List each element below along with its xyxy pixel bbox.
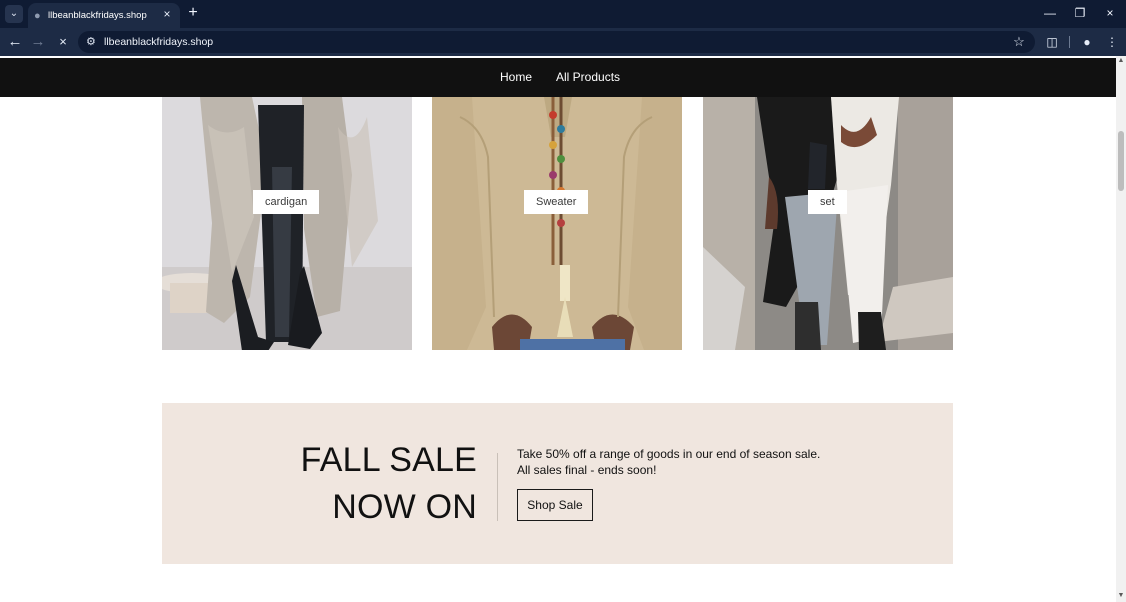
url-text[interactable]: llbeanblackfridays.shop xyxy=(104,35,213,49)
window-close-icon[interactable]: × xyxy=(1098,4,1122,22)
new-tab-plus-icon[interactable]: + xyxy=(185,5,201,21)
sale-description-line-2: All sales final - ends soon! xyxy=(517,463,657,477)
nav-home-link[interactable]: Home xyxy=(500,70,532,85)
cardigan-product-image xyxy=(162,97,412,350)
site-info-icon[interactable]: ⚙ xyxy=(86,36,98,48)
bookmark-star-icon[interactable]: ☆ xyxy=(1011,34,1027,50)
tab-title: llbeanblackfridays.shop xyxy=(48,10,147,21)
sale-title-line-2: NOW ON xyxy=(332,488,477,526)
web-page: Home All Products cardigan Sweater set F… xyxy=(0,56,1116,602)
page-scrollbar[interactable]: ▲ ▼ xyxy=(1116,56,1126,602)
shop-sale-button[interactable]: Shop Sale xyxy=(517,489,593,521)
fall-sale-banner: FALL SALE NOW ON Take 50% off a range of… xyxy=(162,403,953,564)
scroll-up-arrow-icon[interactable]: ▲ xyxy=(1117,57,1125,65)
profile-icon[interactable]: ● xyxy=(1078,33,1096,51)
collection-label[interactable]: cardigan xyxy=(253,190,320,214)
restore-icon[interactable]: ❐ xyxy=(1068,4,1092,22)
toolbar-divider xyxy=(1069,36,1070,48)
site-navigation: Home All Products xyxy=(0,58,1116,97)
more-vertical-icon[interactable]: ⋮ xyxy=(1103,33,1121,51)
collection-card-set[interactable]: set xyxy=(703,97,953,350)
close-tab-icon[interactable]: × xyxy=(160,7,174,21)
browser-titlebar: ⌄ ● llbeanblackfridays.shop × + — ❐ × xyxy=(0,0,1126,28)
tab-search-chevron-icon[interactable]: ⌄ xyxy=(5,5,23,23)
sale-description: Take 50% off a range of goods in our end… xyxy=(517,446,820,478)
scroll-down-arrow-icon[interactable]: ▼ xyxy=(1117,592,1125,600)
browser-toolbar: ← → × ⚙ llbeanblackfridays.shop ☆ ◫ ● ⋮ xyxy=(0,28,1126,56)
minimize-icon[interactable]: — xyxy=(1038,4,1062,22)
stop-loading-icon[interactable]: × xyxy=(52,32,74,52)
sweater-product-image xyxy=(432,97,682,350)
collection-label[interactable]: Sweater xyxy=(524,190,589,214)
sale-divider xyxy=(497,453,498,521)
nav-all-products-link[interactable]: All Products xyxy=(556,70,620,85)
sale-title-line-1: FALL SALE xyxy=(300,441,477,479)
site-icon: ● xyxy=(34,10,41,22)
browser-tab[interactable]: ● llbeanblackfridays.shop × xyxy=(28,3,180,28)
back-arrow-icon[interactable]: ← xyxy=(4,32,26,52)
forward-arrow-icon[interactable]: → xyxy=(27,32,49,52)
extensions-puzzle-icon[interactable]: ◫ xyxy=(1043,33,1061,51)
sale-title: FALL SALE NOW ON xyxy=(301,437,477,531)
sale-description-line-1: Take 50% off a range of goods in our end… xyxy=(517,447,821,461)
set-product-image xyxy=(703,97,953,350)
scrollbar-thumb[interactable] xyxy=(1118,131,1124,191)
collection-card-cardigan[interactable]: cardigan xyxy=(162,97,412,350)
address-bar[interactable]: ⚙ llbeanblackfridays.shop ☆ xyxy=(78,31,1035,53)
collection-card-sweater[interactable]: Sweater xyxy=(432,97,682,350)
collection-label[interactable]: set xyxy=(808,190,847,214)
